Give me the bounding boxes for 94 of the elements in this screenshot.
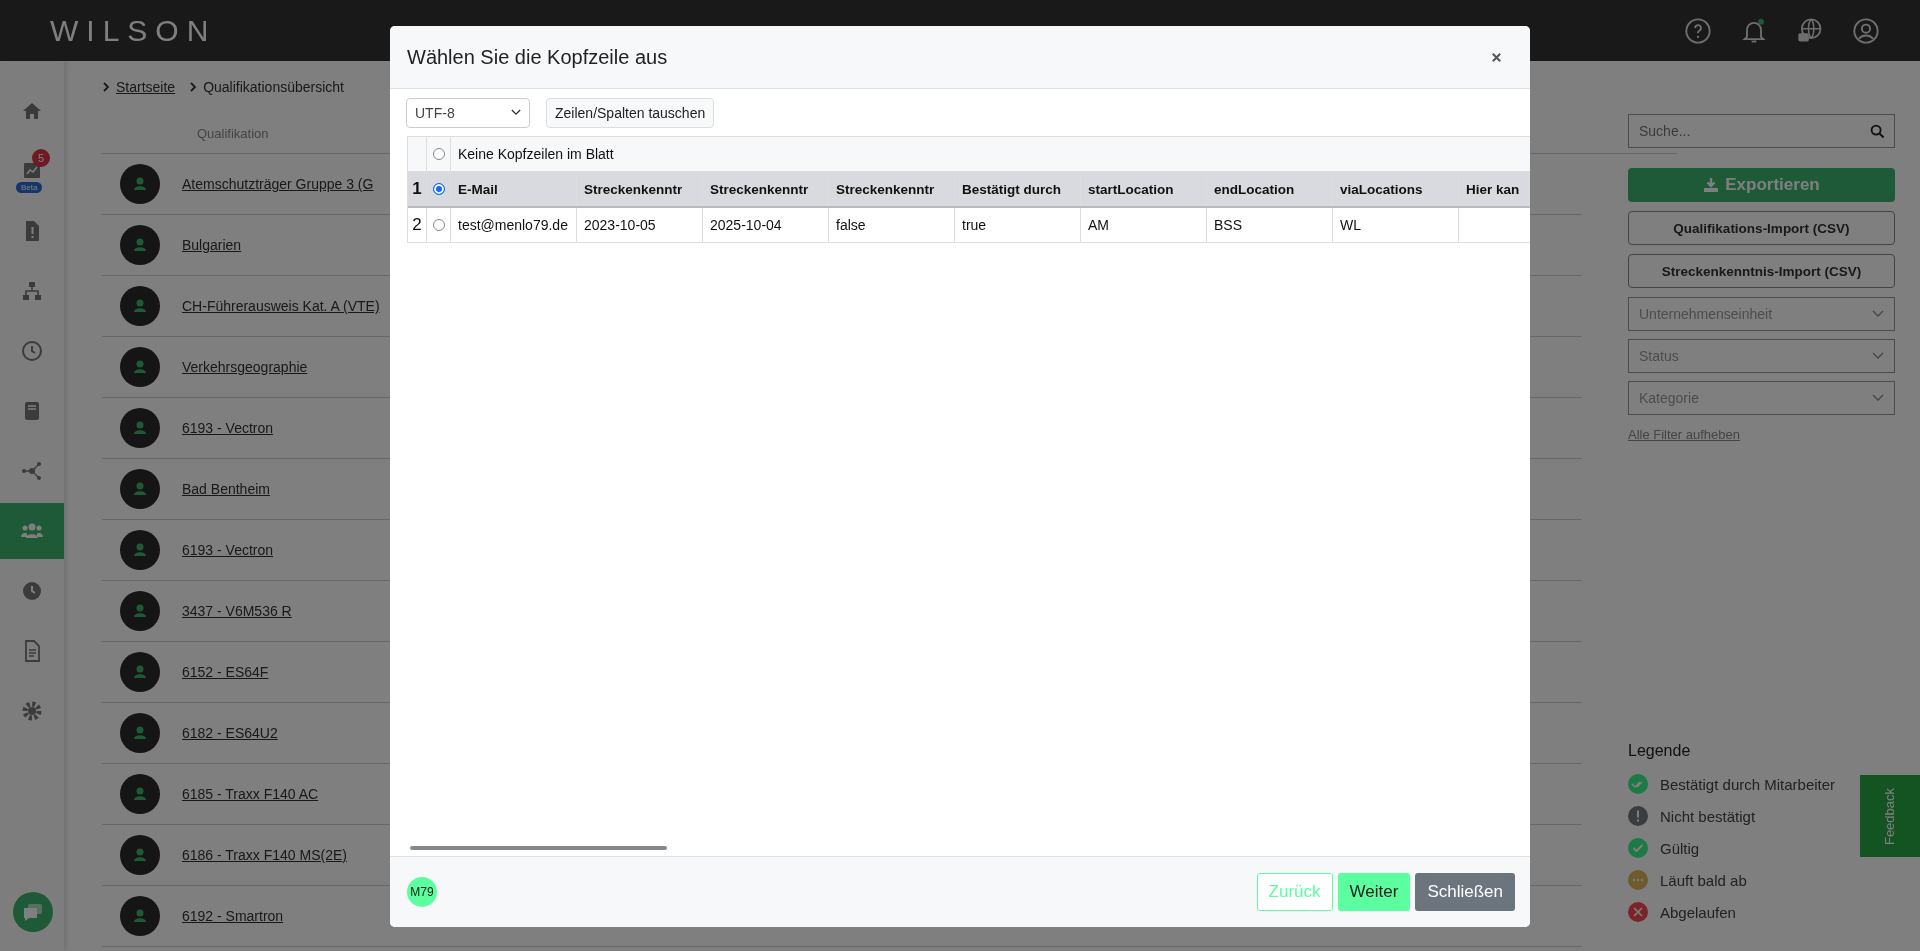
- column-header: Qualifikation: [197, 125, 269, 141]
- person-avatar-icon: [120, 347, 160, 387]
- qualification-link[interactable]: Bad Bentheim: [182, 481, 270, 497]
- dialog-button[interactable]: Weiter: [1337, 873, 1411, 911]
- table-cell: endLocation: [1207, 172, 1333, 206]
- qualification-link[interactable]: 3437 - V6M536 R: [182, 603, 292, 619]
- table-cell: startLocation: [1081, 172, 1207, 206]
- import-button[interactable]: Streckenkenntnis-Import (CSV): [1628, 254, 1895, 288]
- person-avatar-icon: [120, 774, 160, 814]
- qualification-link[interactable]: 6193 - Vectron: [182, 420, 274, 436]
- row-number: 1: [408, 172, 427, 206]
- qualification-link[interactable]: 6185 - Traxx F140 AC: [182, 786, 319, 802]
- qualification-link[interactable]: 6186 - Traxx F140 MS(2E): [182, 847, 347, 863]
- search-icon: [1870, 124, 1885, 139]
- caret-icon: [1872, 352, 1884, 360]
- bell-icon[interactable]: [1740, 16, 1768, 45]
- qualification-link[interactable]: Bulgarien: [182, 237, 242, 253]
- person-avatar-icon: [120, 164, 160, 204]
- qualification-link[interactable]: Verkehrsgeographie: [182, 359, 308, 375]
- person-avatar-icon: [120, 469, 160, 509]
- legend-label: Gültig: [1660, 839, 1700, 857]
- table-cell: Streckenkenntr: [577, 172, 703, 206]
- count-badge: 5: [32, 149, 50, 167]
- chevron-right-icon: [189, 82, 198, 92]
- table-cell: test@menlo79.de: [451, 208, 577, 242]
- person-avatar-icon: [120, 652, 160, 692]
- qualification-link[interactable]: 6182 - ES64U2: [182, 725, 278, 741]
- qualification-link[interactable]: CH-Führerausweis Kat. A (VTE): [182, 298, 380, 314]
- table-cell: Bestätigt durch: [955, 172, 1081, 206]
- person-avatar-icon: [120, 286, 160, 326]
- row-number: 2: [408, 208, 427, 242]
- legend-title: Legende: [1628, 742, 1692, 760]
- table-cell: Streckenkenntr: [829, 172, 955, 206]
- clock-icon: [20, 579, 44, 603]
- caret-icon: [1872, 394, 1884, 402]
- table-cell: WL: [1333, 208, 1459, 242]
- table-cell: E-Mail: [451, 172, 577, 206]
- search-field[interactable]: Suche...: [1628, 114, 1895, 148]
- sidebar-item[interactable]: [0, 503, 64, 559]
- download-icon: [1703, 177, 1720, 193]
- import-button[interactable]: Qualifikations-Import (CSV): [1628, 211, 1895, 245]
- qualification-link[interactable]: 6152 - ES64F: [182, 664, 269, 680]
- swap-rows-columns-button[interactable]: Zeilen/Spalten tauschen: [546, 97, 715, 128]
- table-cell: viaLocations: [1333, 172, 1459, 206]
- person-avatar-icon: [120, 896, 160, 936]
- table-cell: BSS: [1207, 208, 1333, 242]
- encoding-dropdown[interactable]: UTF-8: [406, 97, 530, 128]
- table-cell: true: [955, 208, 1081, 242]
- no-header-label: Keine Kopfzeilen im Blatt: [458, 146, 614, 162]
- clock-icon: [20, 339, 44, 363]
- breadcrumb-current: Qualifikationsübersicht: [203, 79, 344, 95]
- legend-label: Läuft bald ab: [1660, 871, 1747, 889]
- scrollbar[interactable]: [410, 846, 667, 850]
- network-icon: [20, 459, 44, 483]
- dialog-button[interactable]: Schließen: [1415, 873, 1515, 911]
- table-cell: false: [829, 208, 955, 242]
- person-avatar-icon: [120, 713, 160, 753]
- person-avatar-icon: [120, 591, 160, 631]
- table-cell: 2023-10-05: [577, 208, 703, 242]
- legend-label: Nicht bestätigt: [1660, 807, 1756, 825]
- person-avatar-icon: [120, 408, 160, 448]
- user-circle-icon[interactable]: [1852, 16, 1880, 45]
- radio-button[interactable]: [432, 148, 445, 160]
- gear-icon: [20, 699, 44, 723]
- logo: WILSON: [50, 13, 217, 48]
- modal-title: Wählen Sie die Kopfzeile aus: [407, 45, 668, 69]
- caret-icon: [1872, 310, 1884, 318]
- clear-filters-link[interactable]: Alle Filter aufheben: [1628, 427, 1895, 442]
- caret-icon: [511, 109, 521, 116]
- table-cell: Streckenkenntr: [703, 172, 829, 206]
- chevron-right-icon: [102, 82, 110, 92]
- qualification-link[interactable]: 6192 - Smartron: [182, 908, 284, 924]
- legend-label: Abgelaufen: [1660, 903, 1736, 921]
- help-icon[interactable]: [1684, 16, 1712, 45]
- table-cell: 2025-10-04: [703, 208, 829, 242]
- beta-tag: Beta: [16, 182, 43, 193]
- breadcrumb-link[interactable]: Startseite: [116, 79, 176, 95]
- qualification-link[interactable]: Atemschutzträger Gruppe 3 (G: [182, 176, 374, 192]
- chat-icon[interactable]: [13, 892, 53, 932]
- logo: M79: [407, 877, 437, 907]
- qualification-link[interactable]: 6193 - Vectron: [182, 542, 274, 558]
- globe-icon[interactable]: [1796, 16, 1824, 45]
- radio-button[interactable]: [432, 219, 445, 231]
- close-icon[interactable]: [1491, 51, 1502, 63]
- person-avatar-icon: [120, 530, 160, 570]
- person-avatar-icon: [120, 225, 160, 265]
- table-cell: Hier kan: [1459, 172, 1530, 206]
- radio-button[interactable]: [432, 183, 445, 195]
- legend-label: Bestätigt durch Mitarbeiter: [1660, 775, 1836, 793]
- sitemap-icon: [20, 279, 44, 303]
- table-cell: AM: [1081, 208, 1207, 242]
- person-avatar-icon: [120, 835, 160, 875]
- sidebar-item[interactable]: 5 Beta: [0, 143, 64, 199]
- feedback-tab[interactable]: Feedback: [1860, 775, 1920, 857]
